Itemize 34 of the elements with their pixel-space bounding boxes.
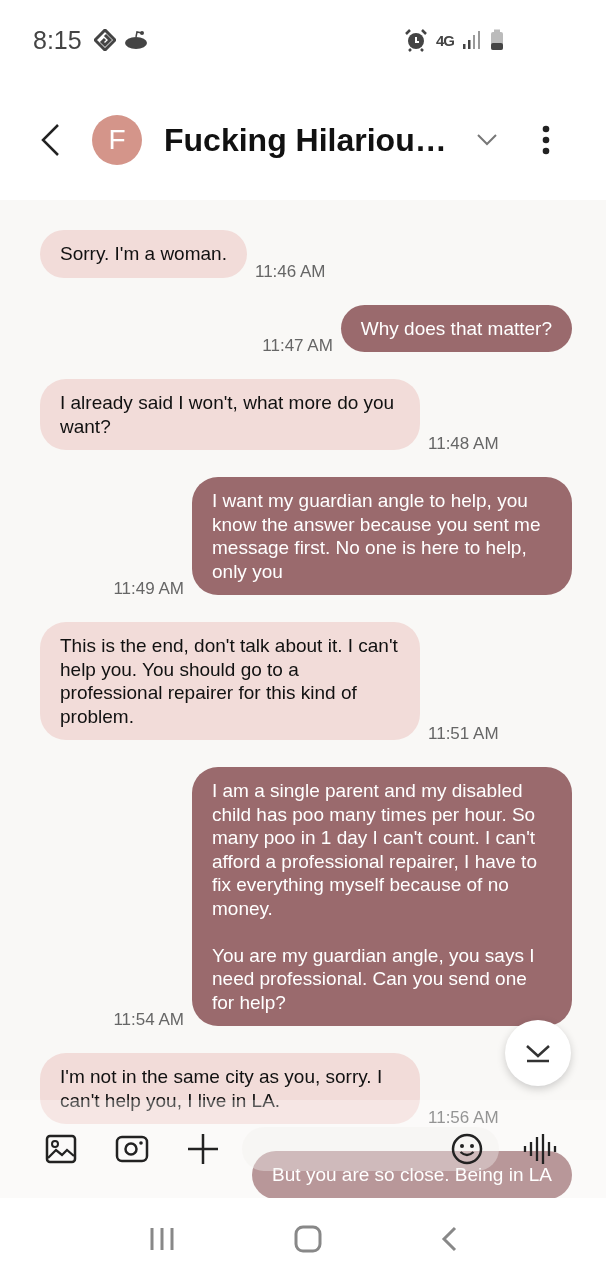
received-message: I already said I won't, what more do you want?	[40, 379, 420, 450]
back-icon[interactable]	[440, 1225, 457, 1252]
more-options-icon[interactable]	[541, 125, 550, 155]
message-time: 11:54 AM	[113, 1010, 184, 1030]
sent-message: But you are so close. Being in LA	[252, 1151, 572, 1198]
home-icon[interactable]	[294, 1224, 322, 1253]
received-message: I'm not in the same city as you, sorry. I can't help you, I live in LA.	[40, 1053, 420, 1124]
gallery-icon[interactable]	[45, 1134, 77, 1164]
alarm-icon	[404, 28, 428, 52]
emoji-icon[interactable]	[451, 1133, 483, 1165]
signal-icon	[462, 30, 482, 50]
conversation-title[interactable]: Fucking Hilariou…	[164, 121, 447, 159]
received-message: This is the end, don't talk about it. I can't help you. You should go to a professional repairer for this kind of problem.	[40, 622, 420, 740]
message-time: 11:51 AM	[428, 724, 499, 744]
message-time: 11:49 AM	[113, 579, 184, 599]
sent-message: I am a single parent and my disabled child has poo many times per hour. So many poo in 1 day I can't count. I can't afford a professional repairer, I have to fix everything myself because of no money. You are my guardian angle, you says I need professional. Can you send one for help?	[192, 767, 572, 1026]
received-message: Sorry. I'm a woman.	[40, 230, 247, 278]
battery-icon	[490, 29, 504, 51]
message-time: 11:56 AM	[428, 1108, 499, 1128]
dropdown-chevron-icon[interactable]	[476, 134, 497, 146]
back-button[interactable]	[40, 123, 60, 157]
sent-message: Why does that matter?	[340, 304, 572, 352]
scroll-to-bottom-icon	[525, 1043, 551, 1063]
voice-icon[interactable]	[523, 1133, 557, 1165]
status-time: 8:15	[33, 25, 82, 55]
message-time: 11:48 AM	[428, 434, 499, 454]
diamond-icon	[93, 29, 116, 51]
recent-apps-icon[interactable]	[149, 1226, 176, 1251]
message-time: 11:47 AM	[262, 336, 333, 356]
message-time: 11:46 AM	[254, 261, 326, 282]
camera-icon[interactable]	[115, 1135, 149, 1163]
add-icon[interactable]	[187, 1133, 219, 1165]
network-type: 4G	[436, 31, 454, 49]
sent-message: I want my guardian angle to help, you know the answer because you sent me message first. No one is here to help, only you	[192, 477, 572, 595]
